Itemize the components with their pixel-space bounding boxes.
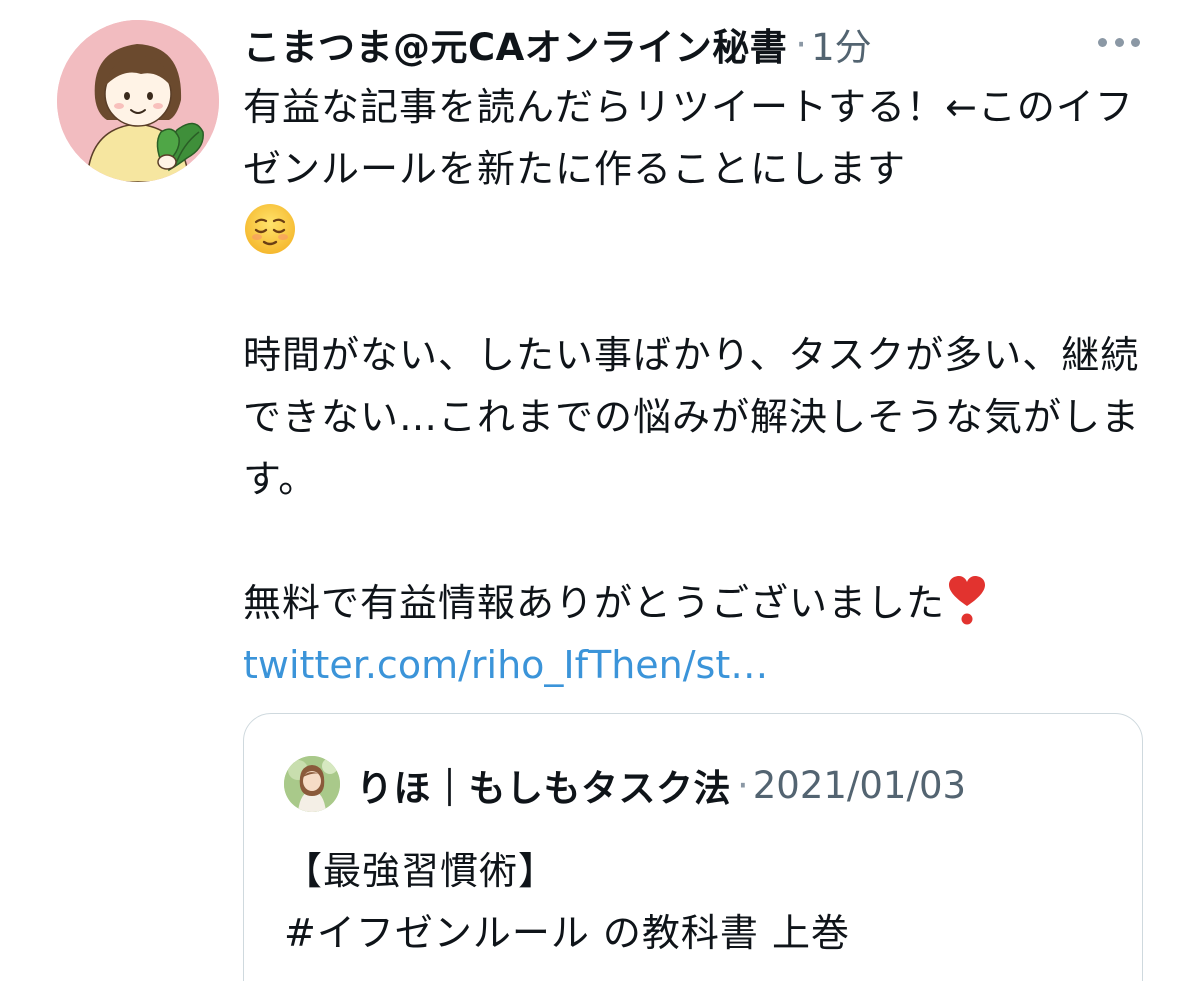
tweet-link[interactable]: twitter.com/riho_IfThen/st… — [243, 643, 768, 687]
quote-author-avatar[interactable] — [284, 756, 340, 812]
quote-author-display-name[interactable]: りほ｜もしもタスク法 — [356, 758, 731, 812]
more-dot — [1114, 37, 1124, 47]
more-horizontal-icon[interactable] — [1098, 36, 1140, 48]
quote-body: 【最強習慣術】 #イフゼンルール の教科書 上巻 — [284, 840, 1124, 964]
tweet-body: 有益な記事を読んだらリツイートする！←このイフゼンルールを新たに作ることにします… — [243, 76, 1163, 696]
tweet-text-para-1: 有益な記事を読んだらリツイートする！←このイフゼンルールを新たに作ることにします — [243, 76, 1163, 262]
quote-date[interactable]: 2021/01/03 — [753, 764, 966, 807]
tweet-timestamp[interactable]: 1分 — [811, 17, 872, 71]
quote-separator: · — [737, 763, 749, 807]
quoted-tweet-card[interactable]: りほ｜もしもタスク法 · 2021/01/03 【最強習慣術】 #イフゼンルール… — [243, 713, 1143, 981]
heart-exclamation-emoji — [949, 576, 986, 625]
more-dot — [1131, 37, 1140, 47]
more-dot — [1098, 37, 1107, 47]
quote-text-line-2: #イフゼンルール の教科書 上巻 — [284, 911, 850, 955]
header-separator: · — [795, 22, 808, 66]
quote-avatar-photo — [284, 756, 340, 812]
quote-header: りほ｜もしもタスク法 · 2021/01/03 — [356, 756, 966, 814]
tweet-text-thanks: 無料で有益情報ありがとうございました — [243, 581, 946, 625]
tweet-text-line-1: 有益な記事を読んだらリツイートする！←このイフゼンルールを新たに作ることにします — [243, 85, 1134, 191]
author-avatar[interactable] — [57, 20, 219, 182]
author-display-name[interactable]: こまつま@元CAオンライン秘書 — [243, 17, 787, 71]
avatar-illustration — [57, 20, 219, 182]
relieved-face-emoji — [245, 204, 295, 254]
tweet-text-para-3: 無料で有益情報ありがとうございました twitter.com/riho_IfTh… — [243, 572, 1163, 696]
tweet-text-para-2: 時間がない、したい事ばかり、タスクが多い、継続できない…これまでの悩みが解決しそ… — [243, 333, 1141, 501]
quote-text-line-1: 【最強習慣術】 — [284, 849, 558, 893]
tweet-header: こまつま@元CAオンライン秘書 · 1分 — [243, 16, 872, 72]
